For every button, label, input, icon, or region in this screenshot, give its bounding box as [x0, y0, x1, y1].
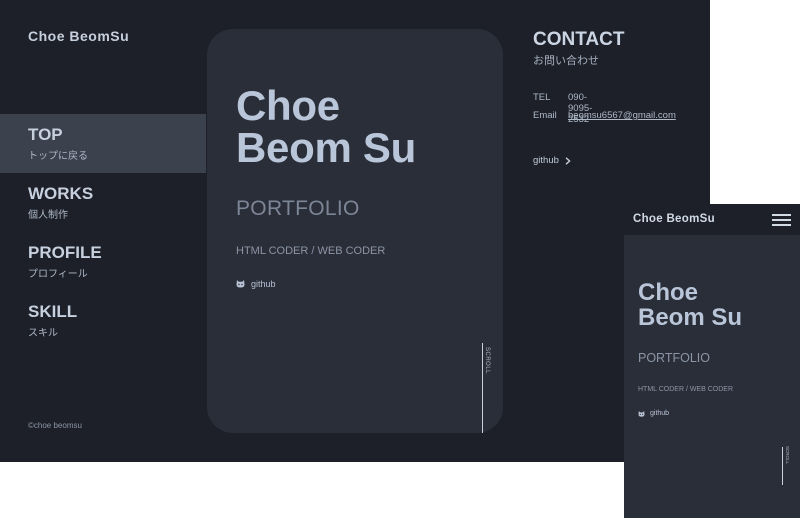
mobile-scroll-indicator-line	[782, 447, 783, 485]
github-cat-icon	[638, 410, 645, 417]
site-logo[interactable]: Choe BeomSu	[28, 28, 129, 44]
mobile-mockup: Choe BeomSu Choe Beom Su PORTFOLIO HTML …	[624, 204, 800, 518]
mobile-portfolio-label: PORTFOLIO	[638, 351, 711, 365]
nav-item-works[interactable]: WORKS 個人制作	[0, 173, 206, 232]
nav-item-sublabel: スキル	[28, 328, 58, 339]
main-nav: TOP トップに戻る WORKS 個人制作 PROFILE プロフィール SKI…	[0, 114, 206, 350]
hero-name: Choe Beom Su	[236, 85, 416, 169]
hero-role: HTML CODER / WEB CODER	[236, 245, 386, 257]
nav-item-sublabel: プロフィール	[28, 269, 88, 280]
email-label: Email	[533, 110, 557, 121]
tel-label: TEL	[533, 92, 551, 103]
hero-github-label: github	[251, 279, 276, 289]
nav-item-skill[interactable]: SKILL スキル	[0, 291, 206, 350]
contact-subtitle: お問い合わせ	[533, 55, 599, 67]
hero-portfolio-label: PORTFOLIO	[236, 197, 360, 220]
nav-item-label: WORKS	[28, 184, 94, 203]
nav-item-top[interactable]: TOP トップに戻る	[0, 114, 206, 173]
mobile-hero-name: Choe Beom Su	[638, 280, 742, 330]
scroll-indicator-label: SCROLL	[484, 347, 490, 375]
nav-item-profile[interactable]: PROFILE プロフィール	[0, 232, 206, 291]
mobile-github-label: github	[650, 410, 670, 417]
mobile-site-logo[interactable]: Choe BeomSu	[633, 213, 715, 225]
hamburger-icon[interactable]	[772, 214, 791, 226]
mobile-header: Choe BeomSu	[624, 204, 800, 235]
contact-title: CONTACT	[533, 29, 625, 50]
nav-item-sublabel: トップに戻る	[28, 151, 88, 162]
chevron-right-icon	[565, 156, 571, 165]
scroll-indicator-line	[482, 343, 483, 433]
contact-github-label: github	[533, 155, 559, 166]
hero-name-line2: Beom Su	[236, 124, 416, 171]
contact-github-link[interactable]: github	[533, 155, 571, 166]
mobile-role: HTML CODER / WEB CODER	[638, 386, 734, 393]
nav-item-label: PROFILE	[28, 243, 102, 262]
hero-name-line1: Choe	[236, 82, 340, 129]
mobile-hero-name-line2: Beom Su	[638, 304, 743, 331]
nav-item-label: SKILL	[28, 302, 78, 321]
github-cat-icon	[236, 280, 245, 288]
hero-card: Choe Beom Su PORTFOLIO HTML CODER / WEB …	[207, 29, 503, 433]
copyright-text: ©choe beomsu	[28, 421, 82, 430]
nav-item-sublabel: 個人制作	[28, 210, 68, 221]
mobile-github-link[interactable]: github	[638, 410, 669, 417]
mobile-hero-name-line1: Choe	[638, 279, 698, 306]
hero-github-link[interactable]: github	[236, 279, 276, 289]
nav-item-label: TOP	[28, 125, 63, 144]
email-link[interactable]: beomsu6567@gmail.com	[568, 110, 680, 121]
desktop-mockup: Choe BeomSu TOP トップに戻る WORKS 個人制作 PROFIL…	[0, 0, 710, 462]
mobile-scroll-indicator-label: SCROLL	[785, 446, 790, 465]
